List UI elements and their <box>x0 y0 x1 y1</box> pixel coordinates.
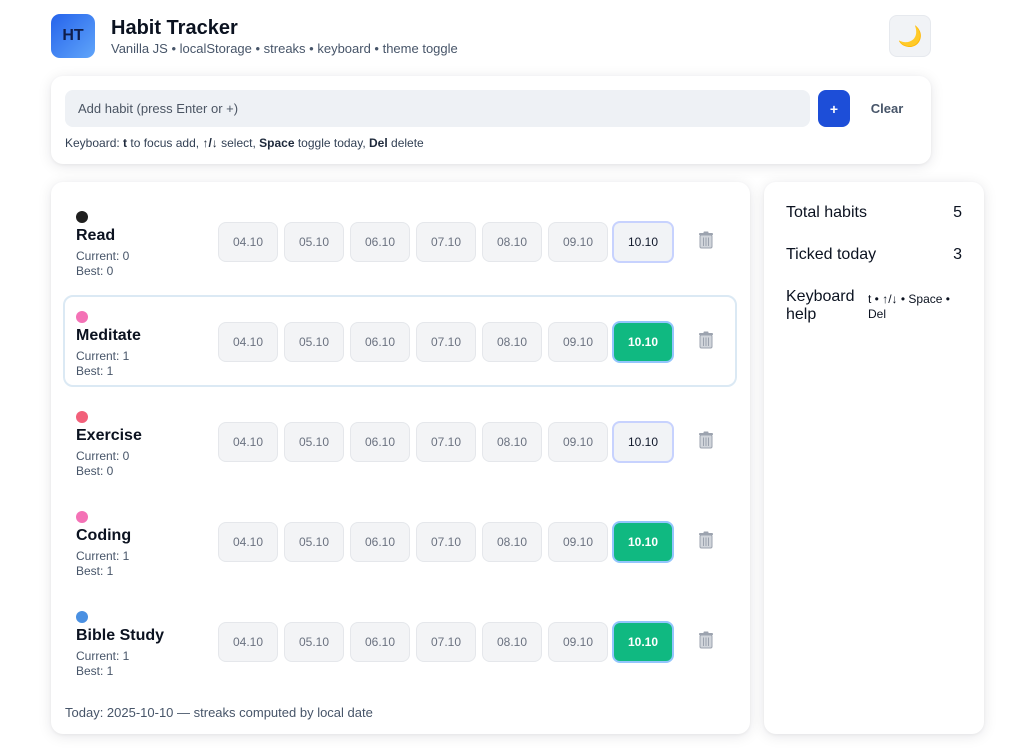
keyboard-hint: Keyboard: t to focus add, ↑/↓ select, Sp… <box>65 136 424 150</box>
habit-row[interactable]: Meditate Current: 1 Best: 1 04.10 05.10 06.10… <box>63 295 737 387</box>
best-streak: Best: 0 <box>76 464 114 478</box>
habit-name: Exercise <box>76 427 142 444</box>
add-habit-button[interactable]: + <box>818 90 850 127</box>
day-cell[interactable]: 08.10 <box>482 622 542 662</box>
habit-color-dot <box>76 511 88 523</box>
delete-habit-button[interactable] <box>697 531 715 554</box>
add-habit-panel: + Clear Keyboard: t to focus add, ↑/↓ se… <box>51 76 931 164</box>
current-streak: Current: 1 <box>76 649 130 663</box>
delete-habit-button[interactable] <box>697 231 715 254</box>
habit-color-dot <box>76 311 88 323</box>
delete-habit-button[interactable] <box>697 431 715 454</box>
today-toggle[interactable]: 10.10 <box>612 521 674 563</box>
total-habits-label: Total habits <box>786 204 867 221</box>
day-cell[interactable]: 04.10 <box>218 222 278 262</box>
day-cell[interactable]: 07.10 <box>416 622 476 662</box>
habit-color-dot <box>76 411 88 423</box>
app-subtitle: Vanilla JS • localStorage • streaks • ke… <box>111 41 458 56</box>
day-cell[interactable]: 09.10 <box>548 222 608 262</box>
best-streak: Best: 0 <box>76 264 114 278</box>
habit-name: Coding <box>76 527 132 544</box>
habit-row[interactable]: Read Current: 0 Best: 0 04.10 05.10 06.10 07.1… <box>63 195 737 287</box>
delete-habit-button[interactable] <box>697 631 715 654</box>
habit-name: Meditate <box>76 327 141 344</box>
current-streak: Current: 1 <box>76 349 130 363</box>
day-cell[interactable]: 08.10 <box>482 422 542 462</box>
habit-list: Today: 2025-10-10 — streaks computed by … <box>51 182 750 734</box>
trash-icon <box>698 331 714 354</box>
day-cell[interactable]: 04.10 <box>218 522 278 562</box>
day-cell[interactable]: 05.10 <box>284 422 344 462</box>
ticked-today-value: 3 <box>953 246 962 263</box>
day-cell[interactable]: 05.10 <box>284 622 344 662</box>
current-streak: Current: 1 <box>76 549 130 563</box>
day-cell[interactable]: 07.10 <box>416 522 476 562</box>
trash-icon <box>698 231 714 254</box>
app-logo: HT <box>51 14 95 58</box>
day-cell[interactable]: 06.10 <box>350 422 410 462</box>
day-cell[interactable]: 09.10 <box>548 622 608 662</box>
keyboard-help-label: Keyboard help <box>786 288 855 323</box>
day-cell[interactable]: 09.10 <box>548 322 608 362</box>
keyboard-help-value: t • ↑/↓ • Space • Del <box>868 292 950 321</box>
day-cell[interactable]: 07.10 <box>416 322 476 362</box>
trash-icon <box>698 431 714 454</box>
habit-color-dot <box>76 211 88 223</box>
delete-habit-button[interactable] <box>697 331 715 354</box>
current-streak: Current: 0 <box>76 449 130 463</box>
day-cell[interactable]: 08.10 <box>482 222 542 262</box>
day-cell[interactable]: 06.10 <box>350 322 410 362</box>
today-toggle[interactable]: 10.10 <box>612 221 674 263</box>
ticked-today-label: Ticked today <box>786 246 877 263</box>
app-title: Habit Tracker <box>111 17 238 39</box>
add-habit-input[interactable] <box>65 90 810 127</box>
day-cell[interactable]: 05.10 <box>284 322 344 362</box>
best-streak: Best: 1 <box>76 664 114 678</box>
day-cell[interactable]: 07.10 <box>416 222 476 262</box>
day-cell[interactable]: 05.10 <box>284 522 344 562</box>
day-cell[interactable]: 04.10 <box>218 622 278 662</box>
habit-row[interactable]: Coding Current: 1 Best: 1 04.10 05.10 06.10 07… <box>63 495 737 587</box>
day-cell[interactable]: 05.10 <box>284 222 344 262</box>
today-toggle[interactable]: 10.10 <box>612 621 674 663</box>
app-header: HT Habit Tracker Vanilla JS • localStora… <box>51 14 931 58</box>
day-cell[interactable]: 06.10 <box>350 522 410 562</box>
day-cell[interactable]: 08.10 <box>482 522 542 562</box>
trash-icon <box>698 531 714 554</box>
day-cell[interactable]: 04.10 <box>218 422 278 462</box>
habit-row[interactable]: Exercise Current: 0 Best: 0 04.10 05.10 06.10… <box>63 395 737 487</box>
habit-name: Bible Study <box>76 627 165 644</box>
habit-name: Read <box>76 227 116 244</box>
theme-toggle-button[interactable]: 🌙 <box>889 15 931 57</box>
stats-panel: Total habits 5 Ticked today 3 Keyboard h… <box>764 182 984 734</box>
day-cell[interactable]: 06.10 <box>350 622 410 662</box>
trash-icon <box>698 631 714 654</box>
day-cell[interactable]: 06.10 <box>350 222 410 262</box>
best-streak: Best: 1 <box>76 364 114 378</box>
day-cell[interactable]: 07.10 <box>416 422 476 462</box>
best-streak: Best: 1 <box>76 564 114 578</box>
today-note: Today: 2025-10-10 — streaks computed by … <box>65 705 373 720</box>
today-toggle[interactable]: 10.10 <box>612 421 674 463</box>
day-cell[interactable]: 09.10 <box>548 522 608 562</box>
total-habits-value: 5 <box>953 204 962 221</box>
day-cell[interactable]: 08.10 <box>482 322 542 362</box>
today-toggle[interactable]: 10.10 <box>612 321 674 363</box>
moon-icon: 🌙 <box>897 25 923 48</box>
clear-button[interactable]: Clear <box>859 90 915 127</box>
habit-color-dot <box>76 611 88 623</box>
day-cell[interactable]: 04.10 <box>218 322 278 362</box>
habit-row[interactable]: Bible Study Current: 1 Best: 1 04.10 05.10 06… <box>63 595 737 687</box>
day-cell[interactable]: 09.10 <box>548 422 608 462</box>
current-streak: Current: 0 <box>76 249 130 263</box>
